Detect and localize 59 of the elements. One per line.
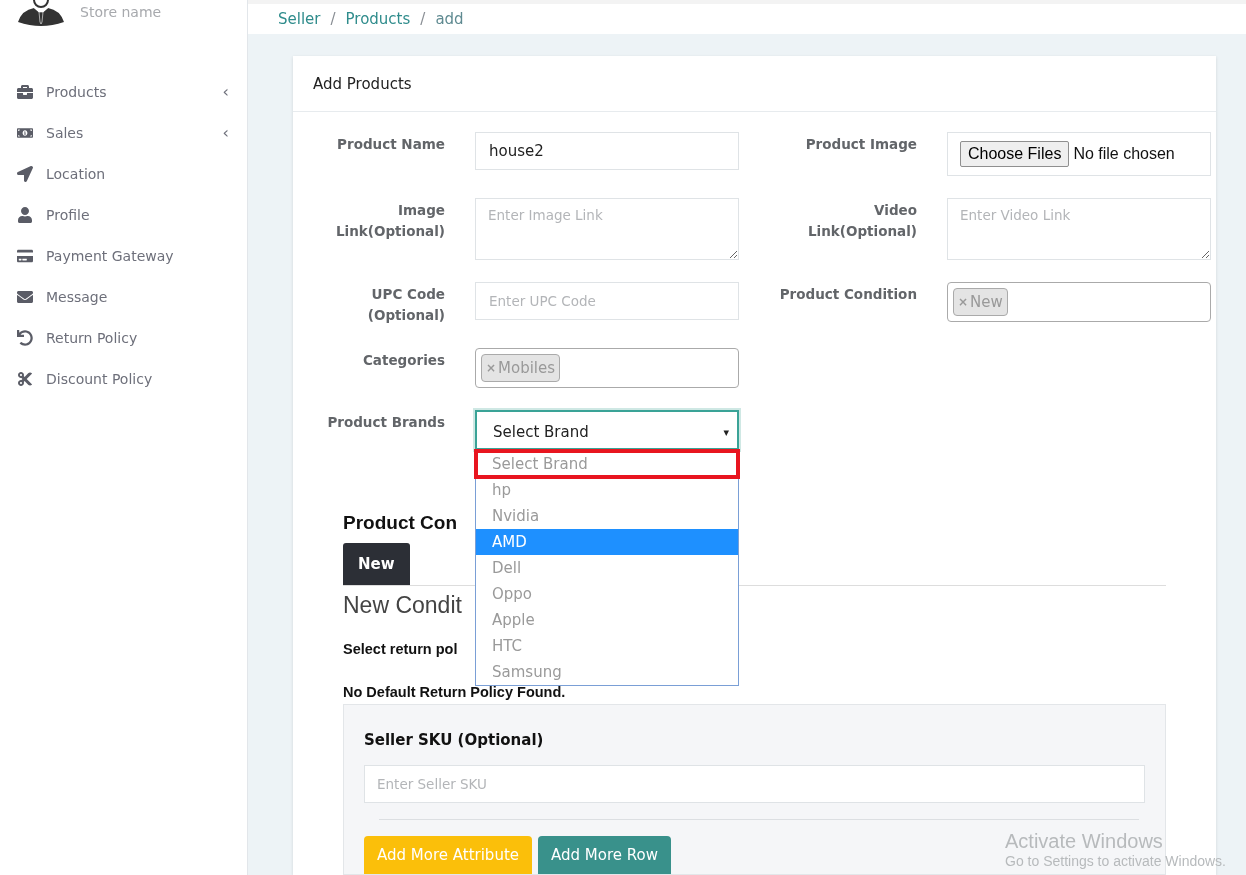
scissors-icon xyxy=(17,370,33,387)
tag-field[interactable]: ×Mobiles xyxy=(475,348,739,388)
breadcrumb-link[interactable]: Products xyxy=(345,10,411,28)
sidebar-item[interactable]: Location xyxy=(0,153,247,194)
return-policy-note: No Default Return Policy Found. xyxy=(343,684,566,700)
sku-label: Seller SKU (Optional) xyxy=(364,731,545,749)
pane-title: New Condit xyxy=(343,592,462,619)
sidebar-item[interactable]: Payment Gateway xyxy=(0,235,247,276)
select-value: Select Brand xyxy=(493,423,589,441)
tag-remove[interactable]: × xyxy=(958,295,969,309)
notice-text: Go to Settings to activate Windows. xyxy=(1005,853,1226,869)
briefcase-icon xyxy=(17,83,33,100)
file-status: No file chosen xyxy=(1073,145,1175,163)
return-policy-label: Select return pol xyxy=(343,641,458,657)
field-label: Product Brands xyxy=(326,413,445,432)
brand-select[interactable]: Select Brand ▾ xyxy=(475,410,739,450)
tab[interactable]: New xyxy=(343,543,410,585)
sidebar-item[interactable]: Return Policy xyxy=(0,317,247,358)
sidebar-item[interactable]: Message xyxy=(0,276,247,317)
field-label: Product Name xyxy=(336,135,445,154)
breadcrumb-separator: / xyxy=(330,10,336,28)
sidebar-item[interactable]: Sales ‹ xyxy=(0,112,247,153)
notice-title: Activate Windows xyxy=(1005,830,1164,853)
text-field[interactable]: Enter UPC Code xyxy=(475,282,739,320)
choose-files-button[interactable]: Choose Files xyxy=(960,141,1070,167)
field-label: Product Condition xyxy=(778,285,917,304)
breadcrumb-link[interactable]: Seller xyxy=(278,10,321,28)
sidebar-item[interactable]: Products ‹ xyxy=(0,71,247,112)
envelope-icon xyxy=(17,288,33,305)
field-label: UPC Code (Optional) xyxy=(366,285,445,325)
breadcrumb-link[interactable]: add xyxy=(435,10,464,28)
person-icon xyxy=(17,206,33,223)
field-label: Video Link(Optional) xyxy=(807,201,917,241)
sidebar-item[interactable]: Discount Policy xyxy=(0,358,247,399)
arrow-icon xyxy=(17,165,33,182)
field-label: Product Image xyxy=(804,135,917,154)
tag-label: Mobiles xyxy=(498,359,556,377)
chevron: ‹ xyxy=(222,82,229,101)
credit-card-icon xyxy=(17,247,33,264)
dropdown-option[interactable]: Select Brand xyxy=(476,451,738,477)
breadcrumb-separator: / xyxy=(420,10,426,28)
text-field[interactable]: house2 xyxy=(475,132,739,170)
tag-remove[interactable]: × xyxy=(486,361,497,375)
caret: ▾ xyxy=(723,425,729,439)
card-title: Add Products xyxy=(293,56,1216,112)
sku-field[interactable]: Enter Seller SKU xyxy=(364,765,1145,803)
textarea-field[interactable]: Enter Image Link xyxy=(475,198,739,260)
action-button[interactable]: Add More Row xyxy=(538,836,671,874)
section-heading: Product Con xyxy=(343,512,457,534)
dropdown-option[interactable]: AMD xyxy=(476,529,738,555)
undo-icon xyxy=(17,329,33,346)
tag-field[interactable]: ×New xyxy=(947,282,1211,322)
store-name: Store name xyxy=(80,4,162,20)
tag-label: New xyxy=(970,293,1003,311)
textarea-field[interactable]: Enter Video Link xyxy=(947,198,1211,260)
field-label: Categories xyxy=(361,351,445,370)
field-label: Image Link(Optional) xyxy=(335,201,445,241)
sidebar-item[interactable]: Profile xyxy=(0,194,247,235)
chevron: ‹ xyxy=(222,123,229,142)
